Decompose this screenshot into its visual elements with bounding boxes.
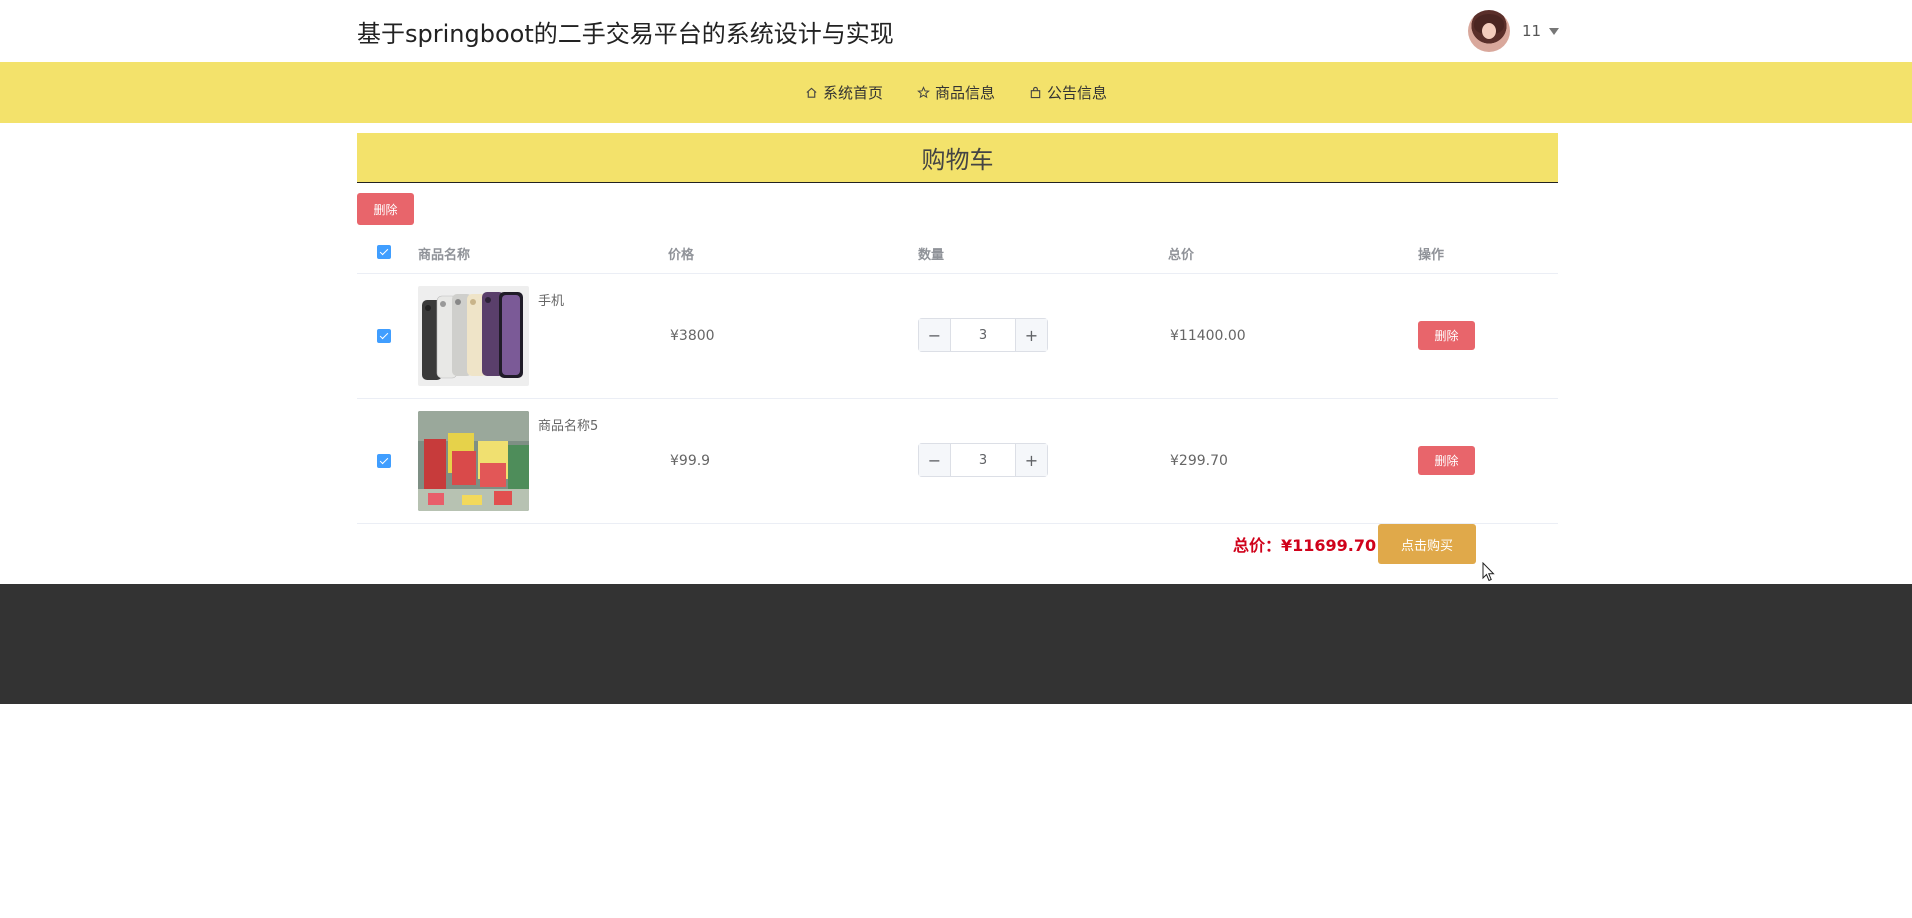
decrease-quantity-button[interactable]: − <box>919 319 951 351</box>
unit-price: ¥3800 <box>670 328 715 344</box>
cart-header: 购物车 <box>357 133 1558 183</box>
decrease-quantity-button[interactable]: − <box>919 444 951 476</box>
nav-item-home[interactable]: 系统首页 <box>805 82 883 103</box>
nav-item-notices[interactable]: 公告信息 <box>1029 82 1107 103</box>
column-header: 总价 <box>1168 248 1195 263</box>
username: 11 <box>1522 22 1542 40</box>
table-row: 手机 ¥3800 − + ¥11400.00 删除 <box>357 274 1558 399</box>
column-header: 数量 <box>918 248 945 263</box>
row-checkbox[interactable] <box>377 454 391 468</box>
site-header: 基于springboot的二手交易平台的系统设计与实现 11 <box>0 0 1912 62</box>
delete-selected-button[interactable]: 删除 <box>357 193 414 225</box>
user-menu[interactable]: 11 <box>1468 10 1560 52</box>
buy-button[interactable]: 点击购买 <box>1378 524 1476 564</box>
delete-row-button[interactable]: 删除 <box>1418 321 1475 350</box>
row-total: ¥11400.00 <box>1170 328 1246 344</box>
nav-item-label: 系统首页 <box>822 84 883 102</box>
cart-total: 总价：¥11699.70 <box>1233 536 1377 555</box>
page-title: 购物车 <box>921 146 994 174</box>
star-icon <box>917 86 930 99</box>
site-footer <box>0 584 1912 704</box>
table-row: 商品名称5 ¥99.9 − + ¥299.70 删除 <box>357 399 1558 524</box>
avatar <box>1468 10 1510 52</box>
delete-row-button[interactable]: 删除 <box>1418 446 1475 475</box>
select-all-checkbox[interactable] <box>377 245 391 259</box>
product-name[interactable]: 手机 <box>538 290 564 309</box>
table-header: 商品名称 价格 数量 总价 操作 <box>357 231 1558 274</box>
quantity-input[interactable] <box>951 319 1015 351</box>
site-title: 基于springboot的二手交易平台的系统设计与实现 <box>357 20 894 48</box>
unit-price: ¥99.9 <box>670 453 711 469</box>
increase-quantity-button[interactable]: + <box>1015 319 1047 351</box>
product-image[interactable] <box>418 411 529 511</box>
column-header: 价格 <box>668 248 695 263</box>
quantity-stepper: − + <box>918 443 1048 477</box>
cart-table: 商品名称 价格 数量 总价 操作 手机 ¥3800 − 3 + ¥11400.0… <box>357 231 1558 524</box>
product-image[interactable] <box>418 286 529 386</box>
quantity-stepper: − + <box>918 318 1048 352</box>
increase-quantity-button[interactable]: + <box>1015 444 1047 476</box>
column-header: 操作 <box>1418 248 1445 263</box>
row-total: ¥299.70 <box>1170 453 1228 469</box>
bag-icon <box>1030 86 1041 99</box>
mouse-cursor-icon <box>1482 562 1495 582</box>
home-icon <box>806 87 817 98</box>
nav-item-label: 公告信息 <box>1047 84 1108 102</box>
product-name[interactable]: 商品名称5 <box>538 415 598 434</box>
main-nav: 系统首页 商品信息 公告信息 <box>0 62 1912 123</box>
quantity-input[interactable] <box>951 444 1015 476</box>
column-header: 商品名称 <box>418 248 471 263</box>
nav-item-label: 商品信息 <box>934 84 995 102</box>
row-checkbox[interactable] <box>377 329 391 343</box>
caret-down-icon <box>1549 27 1560 35</box>
nav-item-products[interactable]: 商品信息 <box>917 82 995 103</box>
